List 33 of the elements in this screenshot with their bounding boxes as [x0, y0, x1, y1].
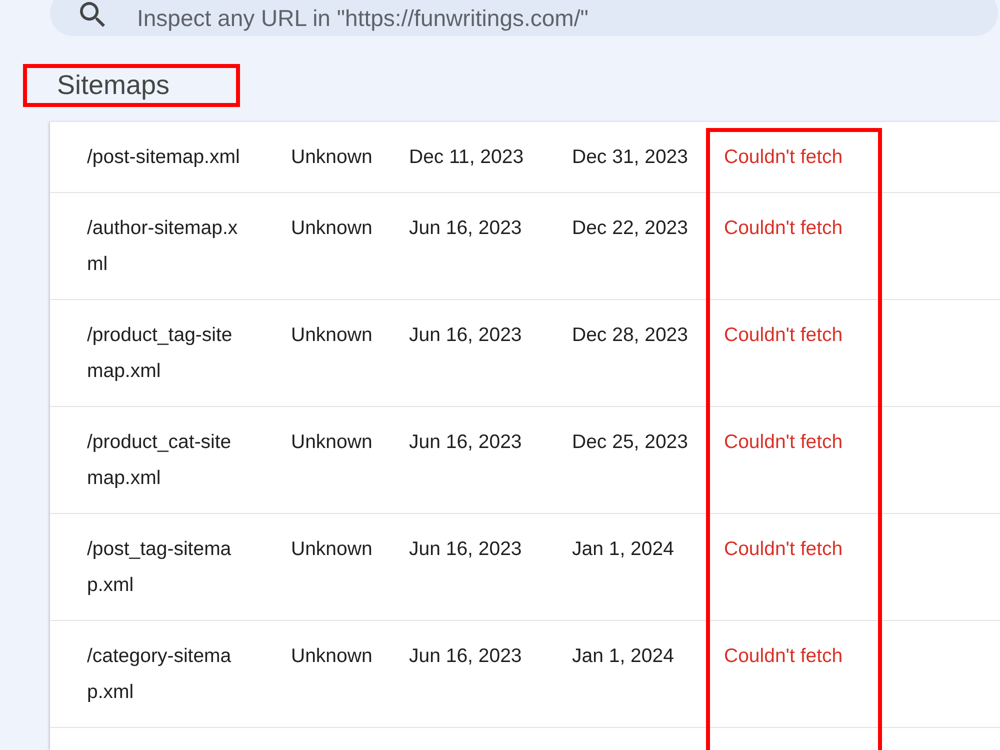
- table-cell-text: Dec 31, 2023: [572, 145, 688, 170]
- search-icon: [80, 2, 105, 27]
- sitemap-path[interactable]: /post-sitemap.xml: [87, 139, 241, 175]
- sitemap-path[interactable]: /product_cat-sitemap.xml: [87, 424, 241, 496]
- table-cell-text: Dec 25, 2023: [572, 430, 688, 455]
- table-cell-text: Jun 16, 2023: [409, 537, 522, 562]
- table-cell-text: Unknown: [291, 323, 372, 348]
- status-text: Couldn't fetch: [724, 537, 843, 562]
- search-field[interactable]: Inspect any URL in "https://funwritings.com/": [50, 0, 998, 36]
- table-cell-text: Unknown: [291, 430, 372, 455]
- table-cell-text: Unknown: [291, 644, 372, 669]
- table-cell-text: Jun 16, 2023: [409, 644, 522, 669]
- status-text: Couldn't fetch: [724, 323, 843, 348]
- table-cell-text: Jan 1, 2024: [572, 537, 674, 562]
- table-cell-text: Unknown: [291, 216, 372, 241]
- sitemap-path[interactable]: /category-sitemap.xml: [87, 638, 241, 710]
- table-cell-text: Jun 16, 2023: [409, 216, 522, 241]
- status-text: Couldn't fetch: [724, 644, 843, 669]
- table-cell-text: Dec 22, 2023: [572, 216, 688, 241]
- table-cell-text: Dec 11, 2023: [409, 145, 524, 170]
- table-cell-text: Unknown: [291, 145, 372, 170]
- status-text: Couldn't fetch: [724, 216, 843, 241]
- table-cell-text: Jan 1, 2024: [572, 644, 674, 669]
- status-text: Couldn't fetch: [724, 145, 843, 170]
- table-cell-text: Unknown: [291, 537, 372, 562]
- table-cell-text: Dec 28, 2023: [572, 323, 688, 348]
- sitemap-path[interactable]: /author-sitemap.xml: [87, 210, 241, 282]
- table-cell-text: Jun 16, 2023: [409, 430, 522, 455]
- table-cell-text: Jun 16, 2023: [409, 323, 522, 348]
- sitemap-path[interactable]: /post_tag-sitemap.xml: [87, 531, 241, 603]
- sitemap-path[interactable]: /product_tag-sitemap.xml: [87, 317, 241, 389]
- status-text: Couldn't fetch: [724, 430, 843, 455]
- section-title: Sitemaps: [57, 70, 170, 100]
